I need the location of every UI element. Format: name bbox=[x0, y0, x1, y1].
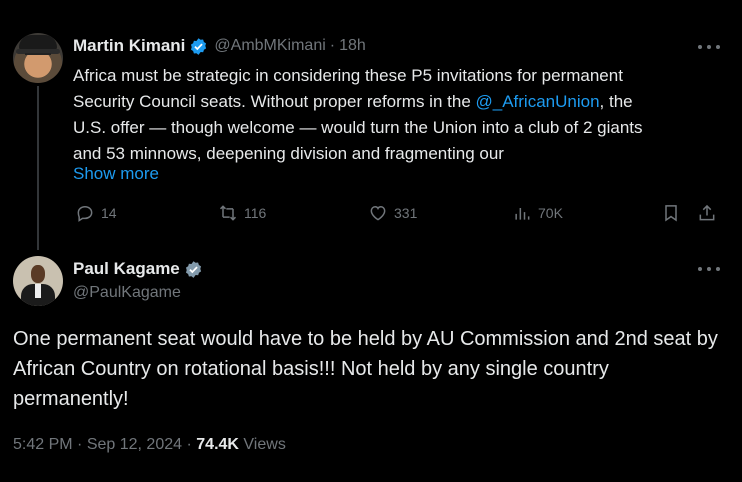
reply-icon bbox=[77, 205, 93, 222]
analytics-icon bbox=[515, 208, 530, 220]
action-bar: 14 116 331 70K bbox=[0, 203, 742, 227]
like-count: 331 bbox=[394, 205, 418, 221]
separator: · bbox=[77, 436, 83, 453]
verified-badge-icon[interactable] bbox=[184, 260, 203, 279]
tweet-date[interactable]: Sep 12, 2024 bbox=[87, 436, 182, 453]
author-handle[interactable]: @PaulKagame bbox=[73, 284, 181, 302]
like-button[interactable]: 331 bbox=[368, 203, 417, 223]
heart-icon bbox=[370, 205, 386, 221]
repost-count: 116 bbox=[244, 205, 267, 221]
parent-tweet[interactable]: Martin Kimani @AmbMKimani · 18h Africa m… bbox=[0, 0, 742, 250]
share-button[interactable] bbox=[697, 203, 717, 223]
avatar[interactable] bbox=[13, 33, 63, 83]
bookmark-button[interactable] bbox=[661, 203, 681, 223]
repost-button[interactable]: 116 bbox=[218, 203, 266, 223]
views-label: Views bbox=[243, 436, 286, 453]
bookmark-icon bbox=[665, 205, 677, 222]
reply-button[interactable]: 14 bbox=[75, 203, 117, 223]
separator: · bbox=[186, 436, 192, 453]
parent-tweet-header: Martin Kimani @AmbMKimani · 18h bbox=[73, 36, 366, 56]
avatar[interactable] bbox=[13, 256, 63, 306]
more-options-icon[interactable] bbox=[698, 260, 720, 278]
more-options-icon[interactable] bbox=[698, 38, 720, 56]
author-name[interactable]: Martin Kimani bbox=[73, 36, 185, 56]
view-count: 70K bbox=[538, 205, 563, 221]
author-name[interactable]: Paul Kagame bbox=[73, 259, 180, 279]
main-tweet-header: Paul Kagame bbox=[73, 259, 203, 279]
tweet-time[interactable]: 18h bbox=[339, 37, 366, 55]
tweet-text: One permanent seat would have to be held… bbox=[13, 328, 718, 410]
share-icon bbox=[699, 204, 715, 221]
reply-count: 14 bbox=[101, 205, 117, 221]
mention-link[interactable]: @_AfricanUnion bbox=[476, 92, 600, 111]
tweet-time[interactable]: 5:42 PM bbox=[13, 436, 73, 453]
separator: · bbox=[329, 37, 336, 54]
show-more-link[interactable]: Show more bbox=[73, 164, 159, 184]
repost-icon bbox=[219, 205, 237, 221]
tweet-meta: 5:42 PM · Sep 12, 2024 · 74.4K Views bbox=[13, 436, 286, 454]
verified-badge-icon[interactable] bbox=[189, 37, 208, 56]
view-count: 74.4K bbox=[196, 436, 239, 453]
tweet-text: Africa must be strategic in considering … bbox=[73, 66, 643, 163]
views-button[interactable]: 70K bbox=[512, 203, 563, 223]
author-handle[interactable]: @AmbMKimani bbox=[214, 37, 325, 55]
